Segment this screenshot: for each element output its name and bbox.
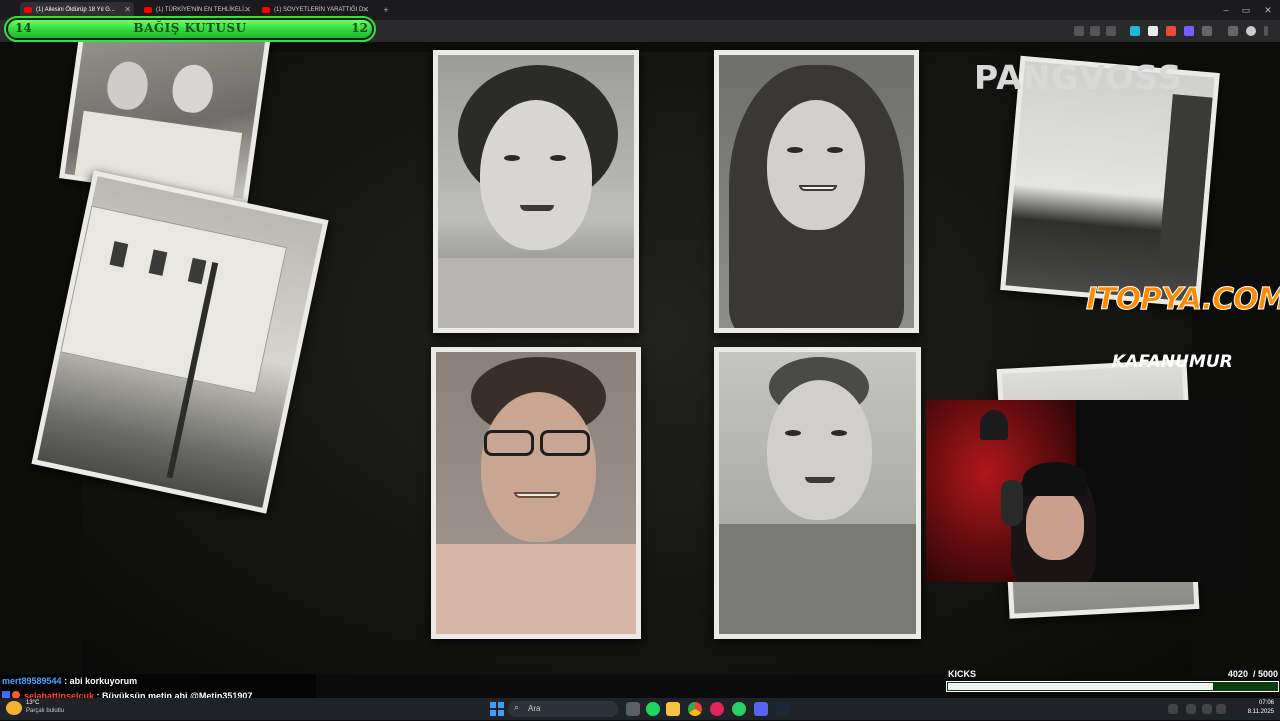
kicks-count: 4020 / 5000: [1228, 669, 1278, 679]
sponsor-kafanumur-logo: KAFANUMUR: [1112, 352, 1233, 372]
eye-shape: [831, 430, 847, 436]
search-icon: ⌕: [514, 702, 520, 712]
shoulders-shape: [438, 258, 634, 328]
photo-boy-glasses-portrait: [431, 347, 641, 639]
discord-icon[interactable]: [754, 702, 768, 716]
maximize-button[interactable]: ▭: [1236, 2, 1256, 18]
photo-girl-portrait: [714, 50, 919, 333]
smile-shape: [514, 492, 560, 498]
tab-3-label: (1) SOVYETLERİN YARATTIĞI D...: [274, 7, 369, 13]
extension-icon[interactable]: [1166, 26, 1176, 36]
doorway-shape: [1158, 94, 1213, 267]
chat-username: mert89589544: [2, 676, 62, 686]
kicks-current: 4020: [1227, 669, 1248, 679]
glasses-left-lens: [484, 430, 534, 456]
donation-title: BAĞIŞ KUTUSU: [133, 21, 247, 35]
kicks-label: KICKS: [948, 669, 977, 679]
shirt-shape: [719, 524, 916, 634]
windows-start-icon[interactable]: [490, 702, 504, 716]
network-icon[interactable]: [1202, 704, 1212, 714]
kicks-goal: / 5000: [1252, 669, 1278, 679]
photo-image: [719, 352, 916, 634]
new-tab-button[interactable]: +: [376, 2, 396, 18]
donation-box-bar: 14 BAĞIŞ KUTUSU 12: [4, 16, 376, 42]
chat-text: abi korkuyorum: [69, 676, 138, 686]
shirt-shape: [436, 544, 636, 634]
smile-shape: [799, 185, 837, 191]
photo-image: [436, 352, 636, 634]
clock-time[interactable]: 07:06: [1240, 700, 1274, 706]
spotify-icon[interactable]: [646, 702, 660, 716]
headphones-icon: [1001, 480, 1023, 526]
sponsor-itopya-logo: ITOPYA.COM: [1086, 282, 1280, 318]
face-shape: [767, 380, 872, 520]
streamer-hair: [1023, 462, 1087, 496]
eye-shape: [550, 155, 566, 161]
zoom-icon[interactable]: [1090, 26, 1100, 36]
tray-icon[interactable]: [1186, 704, 1196, 714]
house-shape: [60, 205, 288, 394]
weather-desc: Parçalı bulutlu: [26, 708, 65, 714]
tab-2-label: (1) TÜRKİYE'NİN EN TEHLİKELİ...: [156, 7, 249, 13]
close-window-button[interactable]: ✕: [1258, 2, 1278, 18]
youtube-icon: [262, 7, 270, 13]
tab-1-label: (1) Ailesini Öldürüp 18 Yıl G...: [36, 7, 115, 13]
photo-woman-portrait: [433, 50, 639, 333]
task-view-icon[interactable]: [626, 702, 640, 716]
eye-shape: [785, 430, 801, 436]
mouth-shape: [520, 205, 554, 211]
youtube-icon: [24, 7, 32, 13]
extensions-puzzle-icon[interactable]: [1202, 26, 1212, 36]
weather-temp: 13°C: [26, 700, 40, 706]
tray-chevron-icon[interactable]: [1168, 704, 1178, 714]
menu-dots-icon[interactable]: [1264, 26, 1268, 36]
streamer-face: [1026, 490, 1084, 560]
face-shape: [767, 100, 865, 230]
photo-image: [438, 55, 634, 328]
steam-icon[interactable]: [776, 702, 790, 716]
kicks-progress-fill: [948, 683, 1213, 690]
photo-boy-portrait: [714, 347, 921, 639]
windows-taskbar: 13°C Parçalı bulutlu ⌕ Ara 07:06 8.11.20…: [0, 698, 1280, 720]
eye-shape: [827, 147, 843, 153]
eye-shape: [504, 155, 520, 161]
photo-image: [1005, 61, 1215, 302]
kicks-progress-bar: [946, 681, 1279, 692]
minimize-button[interactable]: –: [1216, 2, 1236, 18]
glasses-right-lens: [540, 430, 590, 456]
streamer-webcam: [926, 400, 1251, 582]
clock-date[interactable]: 8.11.2025: [1240, 709, 1274, 715]
downloads-icon[interactable]: [1228, 26, 1238, 36]
weather-icon[interactable]: [6, 701, 22, 715]
mouth-shape: [805, 477, 835, 483]
extension-icon[interactable]: [1184, 26, 1194, 36]
extension-icon[interactable]: [1148, 26, 1158, 36]
youtube-icon: [144, 7, 152, 13]
cast-icon[interactable]: [1074, 26, 1084, 36]
chrome-icon[interactable]: [688, 702, 702, 716]
face-shape: [104, 59, 151, 113]
donation-right-value: 12: [351, 21, 368, 35]
taskbar-search-box[interactable]: ⌕ Ara: [508, 701, 618, 717]
channel-watermark: PANGVOSS: [974, 58, 1183, 97]
extension-icon[interactable]: [1130, 26, 1140, 36]
kicks-goal-widget: KICKS 4020 / 5000: [945, 669, 1280, 695]
eye-shape: [787, 147, 803, 153]
photo-image: [719, 55, 914, 328]
face-shape: [169, 62, 216, 116]
file-explorer-icon[interactable]: [666, 702, 680, 716]
whatsapp-icon[interactable]: [732, 702, 746, 716]
lamp-shape: [980, 410, 1008, 440]
bookmark-star-icon[interactable]: [1106, 26, 1116, 36]
face-shape: [480, 100, 592, 250]
face-shape: [481, 392, 596, 542]
volume-icon[interactable]: [1216, 704, 1226, 714]
chat-message: mert89589544 : abi korkuyorum: [2, 676, 138, 686]
search-placeholder: Ara: [528, 704, 541, 713]
profile-avatar-icon[interactable]: [1246, 26, 1256, 36]
app-icon[interactable]: [710, 702, 724, 716]
